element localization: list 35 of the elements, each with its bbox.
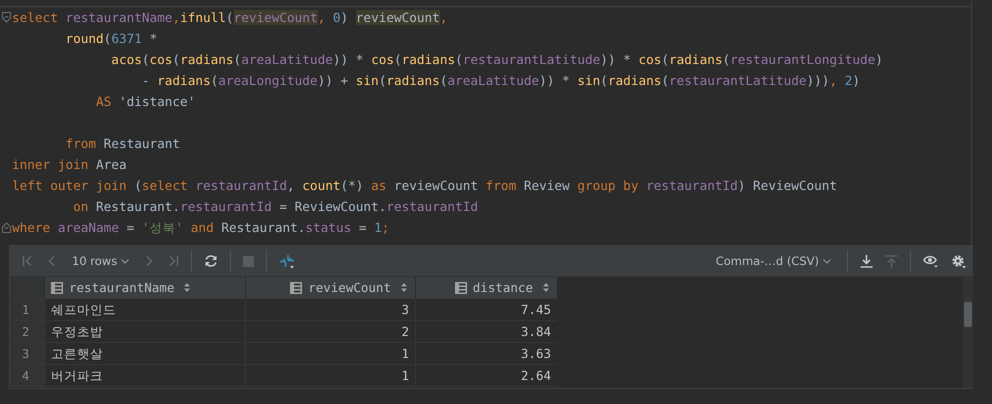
table-icon bbox=[290, 282, 302, 294]
code-line: left outer join (select restaurantId, count(*) as reviewCount from Review group by restaurantId) ReviewCount bbox=[12, 176, 838, 194]
table-icon bbox=[454, 282, 467, 294]
compare-icon[interactable] bbox=[279, 254, 296, 268]
export-format-dropdown[interactable]: Comma-…d (CSV) bbox=[714, 252, 833, 270]
refresh-icon[interactable] bbox=[204, 254, 218, 268]
page-size-dropdown[interactable]: 10 rows bbox=[70, 252, 132, 270]
code-line: where areaName = '성북' and Restaurant.status = 1; bbox=[12, 218, 390, 236]
row-number: 1 bbox=[10, 299, 44, 320]
code-line: - radians(areaLongitude)) + sin(radians(areaLatitude)) * sin(radians(restaurantLatitude))), 2) bbox=[140, 72, 860, 90]
table-icon bbox=[51, 282, 63, 294]
sort-icon[interactable] bbox=[543, 283, 549, 292]
code-line: select restaurantName,ifnull(reviewCount, 0) reviewCount, bbox=[12, 8, 448, 26]
chevron-down-icon[interactable] bbox=[121, 258, 130, 264]
column-header[interactable]: distance bbox=[415, 277, 557, 298]
code-line: inner join Area bbox=[12, 156, 127, 174]
sort-icon[interactable] bbox=[401, 283, 407, 292]
row-number: 3 bbox=[10, 343, 44, 364]
code-line: AS 'distance' bbox=[95, 92, 196, 110]
eye-icon[interactable] bbox=[923, 254, 939, 268]
fold-icon[interactable] bbox=[2, 222, 10, 233]
code-line: round(6371 * bbox=[64, 30, 158, 48]
fold-icon[interactable] bbox=[2, 12, 10, 23]
code-line: acos(cos(radians(areaLatitude)) * cos(radians(restaurantLatitude)) * cos(radians(restaurantLongitude) bbox=[110, 50, 883, 68]
code-line: from Restaurant bbox=[64, 134, 180, 152]
sort-icon[interactable] bbox=[184, 283, 190, 292]
chevron-down-icon[interactable] bbox=[823, 258, 831, 264]
column-header[interactable]: reviewCount bbox=[245, 277, 415, 298]
scrollbar-thumb[interactable] bbox=[964, 302, 972, 327]
row-number: 2 bbox=[10, 321, 44, 342]
code-line: on Restaurant.restaurantId = ReviewCount.restaurantId bbox=[72, 198, 478, 216]
settings-icon[interactable] bbox=[951, 254, 967, 268]
download-icon[interactable] bbox=[860, 254, 873, 268]
column-header[interactable]: restaurantName bbox=[44, 277, 245, 298]
row-number: 4 bbox=[10, 365, 44, 386]
